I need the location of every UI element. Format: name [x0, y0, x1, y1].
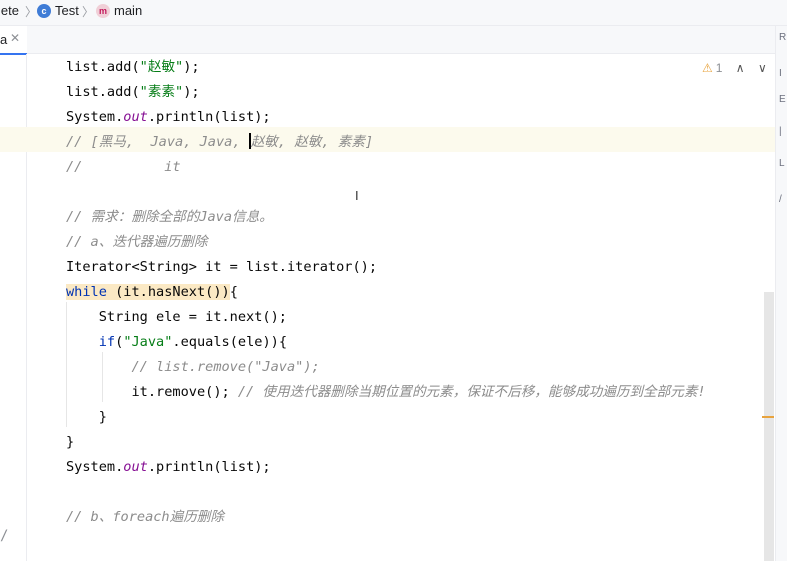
code-token: list.add( — [66, 59, 140, 75]
code-token: // 需求：删除全部的Java信息。 — [66, 209, 273, 225]
code-token: out — [123, 109, 148, 125]
code-token: if — [98, 334, 116, 350]
code-token: String ele = it.next(); — [66, 309, 287, 325]
code-token: { — [229, 284, 238, 300]
code-line[interactable]: while (it.hasNext()){ — [66, 280, 238, 305]
code-line[interactable]: // it — [66, 155, 181, 180]
code-line[interactable]: Iterator<String> it = list.iterator(); — [66, 255, 377, 280]
code-token: .println(list); — [147, 459, 271, 475]
code-line[interactable]: } — [66, 430, 74, 455]
code-editor[interactable]: list.add("赵敏"); list.add("素素"); System.out… — [0, 54, 775, 561]
toolbar-button[interactable]: E — [779, 94, 786, 105]
toolbar-button[interactable]: I — [779, 68, 782, 79]
close-tab-icon[interactable]: ✕ — [10, 31, 20, 45]
code-line[interactable]: // list.remove("Java"); — [66, 355, 320, 380]
code-line[interactable]: // b、foreach遍历删除 — [66, 505, 224, 530]
code-token: // b、foreach遍历删除 — [66, 509, 224, 525]
code-token: ); — [183, 84, 200, 100]
breadcrumb: lete 〉 c Test 〉 m main — [0, 0, 787, 26]
toolbar-button[interactable]: R — [779, 32, 786, 43]
code-token: System. — [66, 459, 124, 475]
method-icon: m — [96, 4, 110, 18]
code-token: .println(list); — [147, 109, 271, 125]
breadcrumb-separator-icon: 〉 — [82, 5, 95, 19]
code-line[interactable]: if("Java".equals(ele)){ — [66, 330, 287, 355]
code-token: "Java" — [123, 334, 173, 350]
code-line[interactable]: System.out.println(list); — [66, 105, 271, 130]
breadcrumb-item-method[interactable]: main — [114, 3, 142, 18]
warning-icon: ⚠ — [702, 61, 713, 75]
toolbar-button[interactable]: L — [779, 158, 785, 169]
code-token: 赵敏, 赵敏, 素素] — [250, 134, 374, 150]
code-token: .equals(ele)){ — [172, 334, 287, 350]
toolbar-button[interactable]: | — [779, 126, 782, 137]
code-token: "赵敏" — [139, 59, 184, 75]
code-token: System. — [66, 109, 124, 125]
code-token: // it — [66, 159, 181, 175]
breadcrumb-item-package[interactable]: lete — [0, 3, 19, 18]
code-token: while — [66, 284, 107, 300]
text-cursor-icon: I — [355, 188, 359, 203]
code-line[interactable]: System.out.println(list); — [66, 455, 271, 480]
code-token: "素素" — [139, 84, 184, 100]
code-token: ); — [183, 59, 200, 75]
code-token: // 使用迭代器删除当期位置的元素，保证不后移，能够成功遍历到全部元素! — [237, 384, 706, 400]
class-icon: c — [37, 4, 51, 18]
code-token: out — [123, 459, 148, 475]
code-token: // a、迭代器遍历删除 — [66, 234, 208, 250]
code-line[interactable]: list.add("素素"); — [66, 80, 200, 105]
code-token: // list.remove("Java"); — [66, 359, 320, 375]
code-line[interactable]: } — [66, 405, 107, 430]
tab-label: a — [0, 32, 8, 47]
code-token: it.remove(); — [66, 384, 238, 400]
breadcrumb-separator-icon: 〉 — [25, 5, 38, 19]
right-toolbar: R I E | L / — [775, 26, 787, 561]
breadcrumb-item-class[interactable]: Test — [55, 3, 79, 18]
chevron-down-icon[interactable]: ∨ — [758, 61, 767, 75]
code-line[interactable]: String ele = it.next(); — [66, 305, 287, 330]
editor-tabs: a ✕ — [0, 26, 775, 55]
code-token: list.add( — [66, 84, 140, 100]
code-token: (it.hasNext()) — [106, 284, 230, 300]
code-token: // [黑马, Java, Java, — [66, 134, 249, 150]
warning-count: 1 — [715, 61, 723, 75]
chevron-up-icon[interactable]: ∧ — [736, 61, 745, 75]
scrollbar-warning-marker[interactable] — [762, 416, 774, 418]
code-line[interactable]: // [黑马, Java, Java, 赵敏, 赵敏, 素素] — [66, 130, 373, 155]
toolbar-button[interactable]: / — [779, 194, 782, 205]
code-token: } — [66, 434, 75, 450]
code-line[interactable]: list.add("赵敏"); — [66, 55, 200, 80]
code-line[interactable]: it.remove(); // 使用迭代器删除当期位置的元素，保证不后移，能够成… — [66, 380, 706, 405]
code-line[interactable]: // 需求：删除全部的Java信息。 — [66, 205, 273, 230]
code-token: Iterator<String> it = list.iterator(); — [66, 259, 377, 275]
gutter-marker: / — [0, 528, 9, 544]
inspection-widget[interactable]: ⚠ 1 ∧ ∨ — [702, 61, 767, 75]
tab-active[interactable]: a ✕ — [0, 26, 27, 55]
vertical-scrollbar[interactable] — [764, 292, 774, 561]
code-line[interactable]: // a、迭代器遍历删除 — [66, 230, 208, 255]
code-token: } — [66, 409, 107, 425]
